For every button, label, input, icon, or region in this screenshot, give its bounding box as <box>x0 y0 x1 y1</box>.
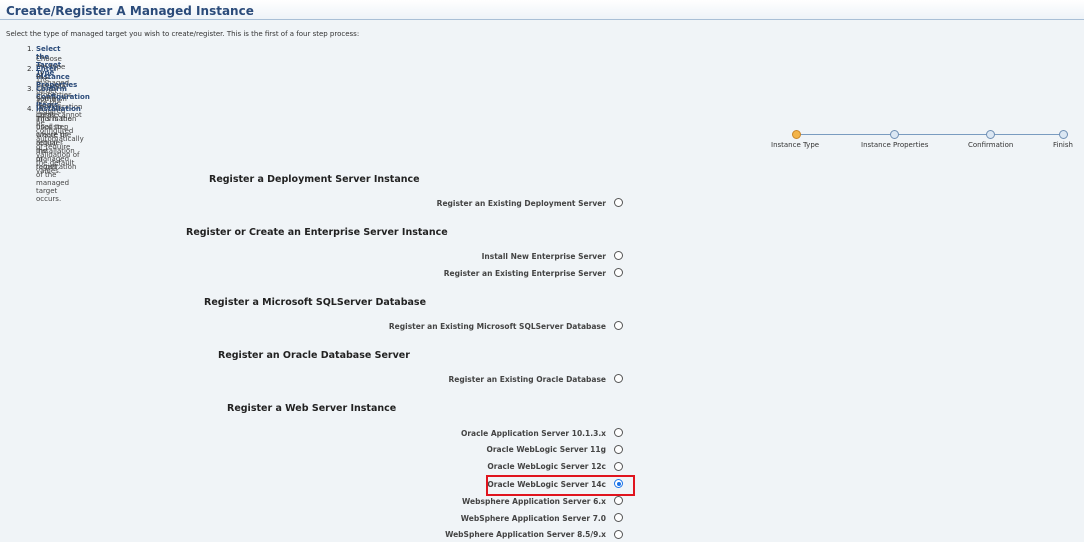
radio-existing-enterprise-server[interactable] <box>614 268 623 277</box>
train-label-confirmation: Confirmation <box>968 141 1014 149</box>
page-title: Create/Register A Managed Instance <box>6 4 254 18</box>
train-label-instance-type: Instance Type <box>771 141 820 149</box>
radio-existing-sqlserver-database[interactable] <box>614 321 623 330</box>
section-title-enterprise-server: Register or Create an Enterprise Server … <box>186 227 448 238</box>
section-title-sqlserver: Register a Microsoft SQLServer Database <box>204 297 427 308</box>
option-label: Register an Existing Oracle Database <box>448 375 607 384</box>
train-label-finish: Finish <box>1053 141 1073 149</box>
radio-websphere-8-9[interactable] <box>614 530 623 539</box>
radio-weblogic-11g[interactable] <box>614 445 623 454</box>
train-node-icon[interactable] <box>890 130 899 139</box>
radio-websphere-6[interactable] <box>614 496 623 505</box>
page-header: Create/Register A Managed Instance <box>0 0 1084 20</box>
step-number: 2. <box>27 65 34 73</box>
train-connector <box>800 134 1062 135</box>
radio-websphere-7[interactable] <box>614 513 623 522</box>
radio-install-new-enterprise-server[interactable] <box>614 251 623 260</box>
section-title-deployment-server: Register a Deployment Server Instance <box>209 174 420 185</box>
radio-existing-oracle-database[interactable] <box>614 374 623 383</box>
train-label-instance-properties: Instance Properties <box>861 141 929 149</box>
option-label: Register an Existing Microsoft SQLServer… <box>388 322 606 331</box>
train-node-icon[interactable] <box>1059 130 1068 139</box>
option-label: WebSphere Application Server 7.0 <box>460 514 606 523</box>
train-node-icon[interactable] <box>986 130 995 139</box>
radio-existing-deployment-server[interactable] <box>614 198 623 207</box>
radio-weblogic-12c[interactable] <box>614 462 623 471</box>
selection-highlight-box <box>486 475 635 496</box>
option-label: Install New Enterprise Server <box>481 252 606 261</box>
section-title-web-server: Register a Web Server Instance <box>227 403 397 414</box>
option-label: Register an Existing Enterprise Server <box>443 269 606 278</box>
section-title-oracle-database: Register an Oracle Database Server <box>218 350 410 361</box>
option-label: Register an Existing Deployment Server <box>436 199 606 208</box>
step-number: 4. <box>27 105 34 113</box>
step-title: Installation <box>36 105 81 113</box>
option-label: Oracle WebLogic Server 12c <box>487 462 606 471</box>
option-label: Oracle WebLogic Server 11g <box>486 445 606 454</box>
step-description: This is the final step where the actual … <box>36 115 77 203</box>
option-label: WebSphere Application Server 8.5/9.x <box>445 530 606 539</box>
option-label: Websphere Application Server 6.x <box>462 497 606 506</box>
intro-text: Select the type of managed target you wi… <box>6 30 360 38</box>
option-label: Oracle Application Server 10.1.3.x <box>460 429 606 438</box>
radio-oracle-app-server-10[interactable] <box>614 428 623 437</box>
step-number: 1. <box>27 45 34 53</box>
train-node-current-icon <box>792 130 801 139</box>
step-number: 3. <box>27 85 34 93</box>
